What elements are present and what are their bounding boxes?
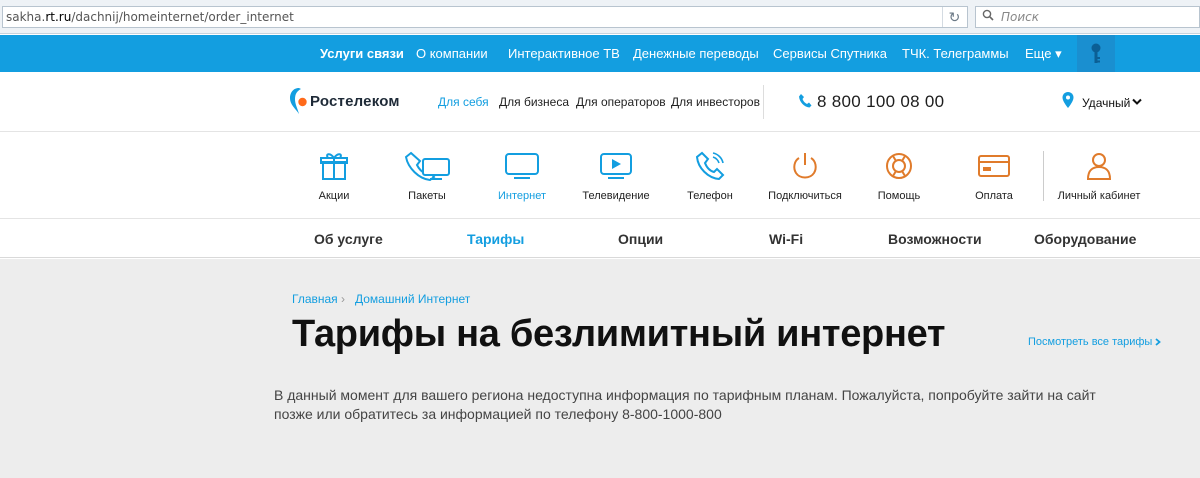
segment-investors[interactable]: Для инвесторов — [671, 95, 760, 109]
location-pin-icon — [1062, 92, 1074, 108]
service-payment[interactable]: Оплата — [944, 133, 1044, 219]
topnav-item-services[interactable]: Услуги связи — [320, 35, 404, 72]
chevron-down-icon[interactable] — [1132, 98, 1142, 106]
service-phone[interactable]: Телефон — [660, 133, 760, 219]
user-icon — [1086, 153, 1112, 180]
service-label: Подключиться — [768, 190, 842, 202]
segment-operators[interactable]: Для операторов — [576, 95, 666, 109]
monitor-icon — [505, 153, 539, 179]
topnav-item-telegrams[interactable]: ТЧК. Телеграммы — [902, 35, 1009, 72]
tab-options[interactable]: Опции — [618, 220, 663, 258]
topnav-item-money-transfers[interactable]: Денежные переводы — [633, 35, 759, 72]
address-bar[interactable]: sakha.rt.ru/dachnij/homeinternet/order_i… — [2, 6, 968, 28]
tab-about-service[interactable]: Об услуге — [314, 220, 383, 258]
service-label: Оплата — [975, 190, 1013, 202]
main-content: Главная › Домашний Интернет Тарифы на бе… — [0, 259, 1200, 478]
breadcrumb-home-internet[interactable]: Домашний Интернет — [355, 292, 470, 306]
unavailable-message: В данный момент для вашего региона недос… — [274, 387, 1096, 422]
topnav-item-interactive-tv[interactable]: Интерактивное ТВ — [508, 35, 620, 72]
page-title: Тарифы на безлимитный интернет — [292, 313, 946, 355]
card-icon — [978, 155, 1010, 177]
url-prefix: sakha. — [6, 10, 46, 24]
search-placeholder: Поиск — [1001, 10, 1040, 24]
topnav-item-company[interactable]: О компании — [416, 35, 488, 72]
service-label: Пакеты — [408, 190, 446, 202]
topnav-item-more[interactable]: Еще ▾ — [1025, 35, 1062, 72]
url-domain: rt.ru — [45, 10, 72, 24]
service-label: Личный кабинет — [1057, 190, 1141, 202]
login-key-button[interactable] — [1077, 35, 1115, 72]
site-header: Ростелеком Для себя Для бизнеса Для опер… — [0, 72, 1200, 132]
service-connect[interactable]: Подключиться — [755, 133, 855, 219]
phone-icon — [695, 151, 725, 181]
brand-name[interactable]: Ростелеком — [310, 93, 400, 110]
service-help[interactable]: Помощь — [849, 133, 949, 219]
breadcrumb-home[interactable]: Главная — [292, 292, 338, 306]
power-icon — [793, 153, 817, 179]
service-label: Телевидение — [582, 190, 650, 202]
rostelecom-logo[interactable] — [289, 86, 309, 116]
phone-icon — [799, 94, 812, 108]
lifebuoy-icon — [886, 153, 912, 179]
service-label: Акции — [318, 190, 350, 202]
service-label: Интернет — [498, 190, 546, 202]
tab-wifi[interactable]: Wi-Fi — [769, 220, 803, 258]
url-path: /dachnij/homeinternet/order_internet — [71, 10, 294, 24]
reload-icon[interactable]: ↻ — [942, 7, 966, 27]
key-icon — [1091, 43, 1101, 63]
breadcrumb-separator: › — [341, 292, 345, 306]
service-account[interactable]: Личный кабинет — [1049, 133, 1149, 219]
service-tv[interactable]: Телевидение — [566, 133, 666, 219]
chevron-right-icon[interactable] — [1155, 338, 1161, 346]
topnav-item-sputnik[interactable]: Сервисы Спутника — [773, 35, 887, 72]
segment-business[interactable]: Для бизнеса — [499, 95, 569, 109]
service-label: Телефон — [687, 190, 733, 202]
tab-tariffs[interactable]: Тарифы — [467, 220, 524, 258]
bundle-icon — [404, 151, 450, 181]
browser-toolbar: sakha.rt.ru/dachnij/homeinternet/order_i… — [0, 0, 1200, 34]
service-internet[interactable]: Интернет — [472, 133, 572, 219]
gift-icon — [320, 153, 348, 180]
service-bundles[interactable]: Пакеты — [377, 133, 477, 219]
hotline-phone[interactable]: 8 800 100 08 00 — [817, 92, 944, 112]
service-icons-bar: Акции Пакеты Интернет Телевидение Телефо… — [0, 133, 1200, 219]
service-label: Помощь — [877, 190, 921, 202]
tab-equipment[interactable]: Оборудование — [1034, 220, 1136, 258]
all-tariffs-link[interactable]: Посмотреть все тарифы — [1028, 336, 1152, 348]
browser-search-input[interactable]: Поиск — [975, 6, 1200, 28]
section-tabs: Об услуге Тарифы Опции Wi-Fi Возможности… — [0, 220, 1200, 258]
city-selector[interactable]: Удачный — [1082, 96, 1130, 110]
top-navigation: Услуги связи О компании Интерактивное ТВ… — [0, 35, 1200, 72]
service-promos[interactable]: Акции — [284, 133, 384, 219]
tv-icon — [600, 153, 632, 179]
header-divider — [763, 85, 764, 119]
icons-divider — [1043, 151, 1044, 201]
segment-personal[interactable]: Для себя — [438, 95, 489, 109]
search-icon — [982, 9, 994, 21]
tab-features[interactable]: Возможности — [888, 220, 982, 258]
